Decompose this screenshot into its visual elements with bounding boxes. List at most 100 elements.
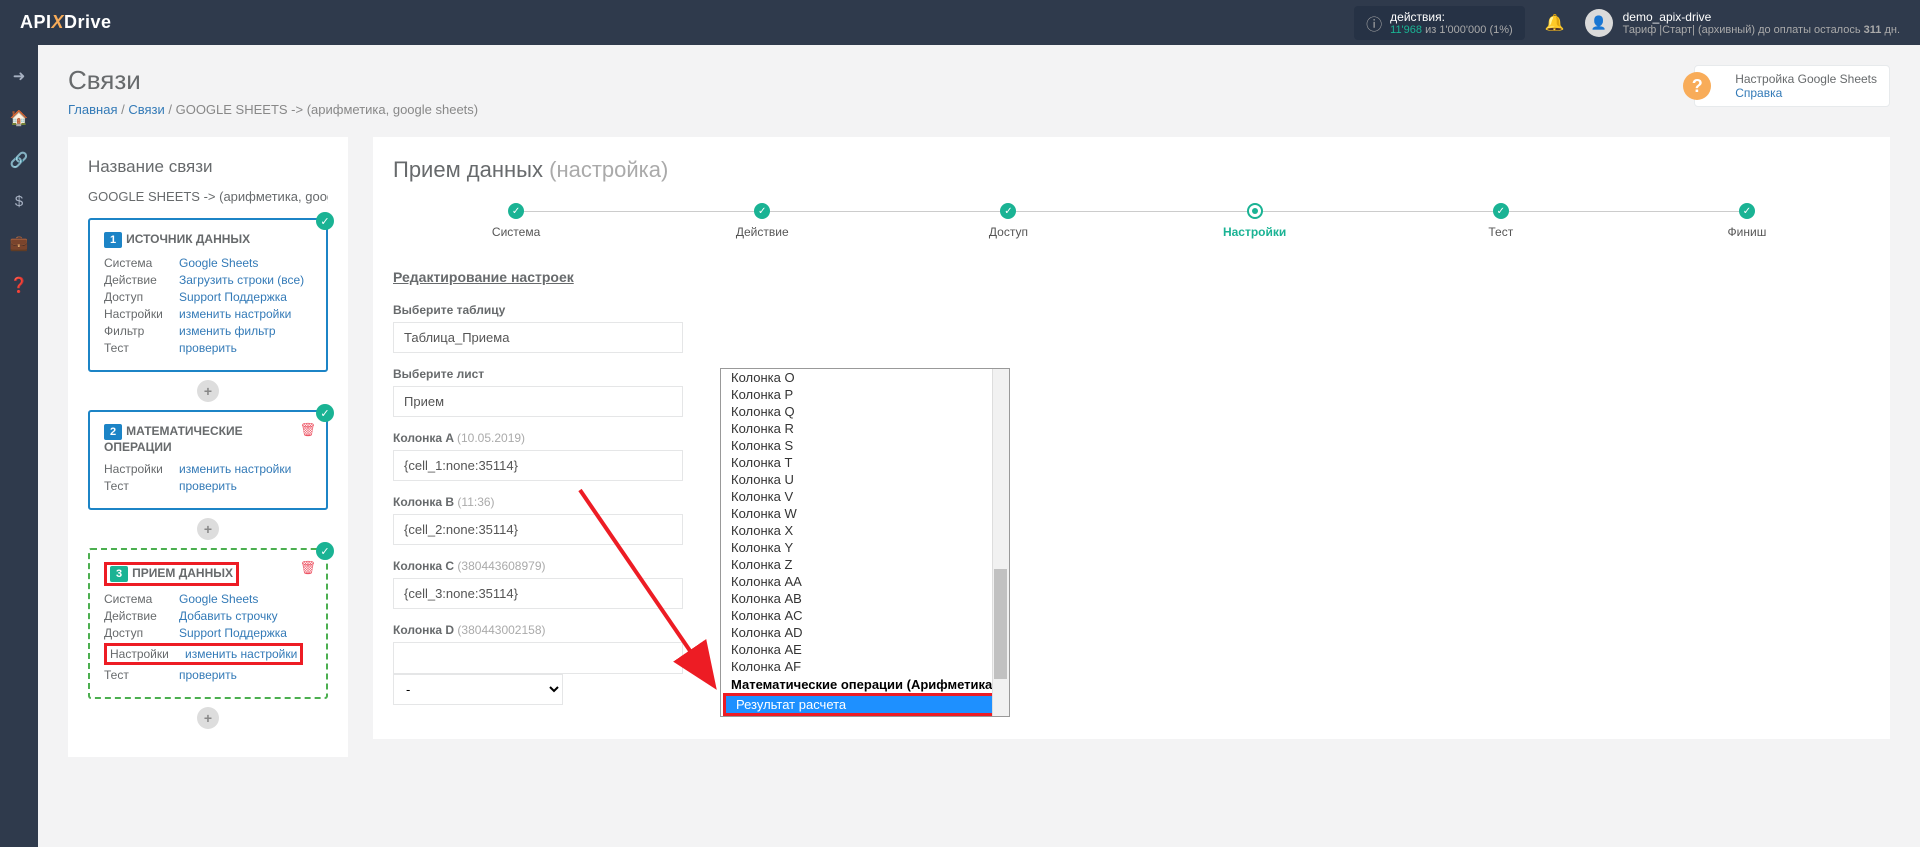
add-button[interactable]: + (197, 518, 219, 540)
step-finish[interactable]: ✓Финиш (1624, 203, 1870, 239)
card-math[interactable]: ✓ 🗑 2МАТЕМАТИЧЕСКИЕ ОПЕРАЦИИ Настройкииз… (88, 410, 328, 510)
card-row-value[interactable]: изменить настройки (179, 462, 291, 476)
help-link[interactable]: Справка (1735, 86, 1782, 100)
nav-billing-icon[interactable]: $ (0, 181, 38, 222)
card-row: Настройкиизменить настройки (104, 643, 312, 665)
dropdown-item[interactable]: Колонка X (721, 522, 1009, 539)
highlight-annotation: 3ПРИЕМ ДАННЫХ (104, 562, 239, 586)
select-sheet[interactable]: Прием (393, 386, 683, 417)
dropdown-item[interactable]: Колонка AA (721, 573, 1009, 590)
step-settings[interactable]: Настройки (1132, 203, 1378, 239)
step-test[interactable]: ✓Тест (1378, 203, 1624, 239)
dropdown-item-selected[interactable]: Результат расчета (726, 696, 1004, 713)
breadcrumb: Главная / Связи / GOOGLE SHEETS -> (ариф… (68, 102, 478, 117)
input-col-b[interactable]: {cell_2:none:35114} (393, 514, 683, 545)
add-button[interactable]: + (197, 380, 219, 402)
card-row-label: Система (104, 256, 179, 270)
logo-api: API (20, 12, 52, 32)
dropdown-item[interactable]: Колонка AC (721, 607, 1009, 624)
card-row-label: Настройки (110, 647, 185, 661)
actions-label: действия: (1390, 10, 1513, 24)
trash-icon[interactable]: 🗑 (299, 560, 316, 576)
nav-arrow-icon[interactable]: ➜ (0, 55, 38, 97)
card-row-value[interactable]: изменить настройки (185, 647, 297, 661)
input-col-d[interactable] (393, 642, 683, 674)
card-row-value[interactable]: Google Sheets (179, 256, 258, 270)
select-col-d-source[interactable]: - (393, 674, 563, 705)
logo-x: X (52, 12, 65, 32)
nav-help-icon[interactable]: ❓ (0, 264, 38, 306)
card-row: Тестпроверить (104, 479, 312, 493)
dropdown-item[interactable]: Колонка AF (721, 658, 1009, 675)
dropdown-item[interactable]: Колонка Y (721, 539, 1009, 556)
dropdown-item[interactable]: Колонка AE (721, 641, 1009, 658)
add-button[interactable]: + (197, 707, 219, 729)
scrollbar[interactable] (992, 369, 1009, 716)
help-title: Настройка Google Sheets (1735, 72, 1877, 86)
nav-home-icon[interactable]: 🏠 (0, 97, 38, 139)
label-col-c: Колонка C (380443608979) (393, 559, 1870, 573)
dropdown-item[interactable]: Колонка U (721, 471, 1009, 488)
card-row: ДействиеЗагрузить строки (все) (104, 273, 312, 287)
breadcrumb-links[interactable]: Связи (128, 102, 164, 117)
dropdown-item[interactable]: Колонка S (721, 437, 1009, 454)
bell-icon[interactable]: 🔔 (1545, 13, 1565, 33)
card-row-value[interactable]: проверить (179, 341, 237, 355)
card-row-value[interactable]: Google Sheets (179, 592, 258, 606)
card-row-value[interactable]: изменить фильтр (179, 324, 276, 338)
nav-briefcase-icon[interactable]: 💼 (0, 222, 38, 264)
main-title: Прием данных (настройка) (393, 157, 1870, 183)
avatar-icon: 👤 (1585, 9, 1613, 37)
card-row: Настройкиизменить настройки (104, 462, 312, 476)
dropdown-item[interactable]: Колонка AD (721, 624, 1009, 641)
card-row: Фильтризменить фильтр (104, 324, 312, 338)
actions-counter[interactable]: ⓘ действия: 11'968 из 1'000'000 (1%) (1354, 6, 1525, 40)
breadcrumb-home[interactable]: Главная (68, 102, 117, 117)
card-row-value[interactable]: Загрузить строки (все) (179, 273, 304, 287)
card-row-label: Система (104, 592, 179, 606)
input-col-a[interactable]: {cell_1:none:35114} (393, 450, 683, 481)
card-row: Настройкиизменить настройки (104, 307, 312, 321)
dropdown-item[interactable]: Колонка W (721, 505, 1009, 522)
select-table[interactable]: Таблица_Приема (393, 322, 683, 353)
dropdown-item[interactable]: Колонка T (721, 454, 1009, 471)
card-row-label: Доступ (104, 626, 179, 640)
dropdown-item[interactable]: Колонка P (721, 386, 1009, 403)
stepper: ✓Система ✓Действие ✓Доступ Настройки ✓Те… (393, 203, 1870, 239)
logo-drive: Drive (64, 12, 112, 32)
card-row-value[interactable]: изменить настройки (179, 307, 291, 321)
card-source[interactable]: ✓ 1ИСТОЧНИК ДАННЫХ СистемаGoogle SheetsД… (88, 218, 328, 372)
info-icon: ⓘ (1366, 11, 1382, 35)
check-icon: ✓ (316, 212, 334, 230)
card-row-label: Доступ (104, 290, 179, 304)
card-row-label: Действие (104, 609, 179, 623)
nav-connections-icon[interactable]: 🔗 (0, 139, 38, 181)
card-receive[interactable]: ✓ 🗑 3ПРИЕМ ДАННЫХ СистемаGoogle SheetsДе… (88, 548, 328, 699)
dropdown-item[interactable]: Колонка Z (721, 556, 1009, 573)
input-col-c[interactable]: {cell_3:none:35114} (393, 578, 683, 609)
dropdown-panel[interactable]: Колонка OКолонка PКолонка QКолонка RКоло… (720, 368, 1010, 717)
card-row: СистемаGoogle Sheets (104, 592, 312, 606)
card-row-label: Действие (104, 273, 179, 287)
connection-name: GOOGLE SHEETS -> (арифметика, google she… (88, 189, 328, 204)
help-box[interactable]: ? Настройка Google Sheets Справка (1694, 65, 1890, 107)
page-title: Связи (68, 65, 478, 96)
user-menu[interactable]: 👤 demo_apix-drive Тариф |Старт| (архивны… (1585, 9, 1900, 37)
card-row: ДоступSupport Поддержка (104, 626, 312, 640)
dropdown-item[interactable]: Колонка R (721, 420, 1009, 437)
dropdown-item[interactable]: Колонка Q (721, 403, 1009, 420)
card-row-value[interactable]: проверить (179, 479, 237, 493)
card-row-value[interactable]: проверить (179, 668, 237, 682)
dropdown-item[interactable]: Колонка V (721, 488, 1009, 505)
step-access[interactable]: ✓Доступ (885, 203, 1131, 239)
trash-icon[interactable]: 🗑 (299, 422, 316, 438)
logo[interactable]: APIXDrive (20, 12, 112, 33)
dropdown-item[interactable]: Колонка O (721, 369, 1009, 386)
card-row-value[interactable]: Добавить строчку (179, 609, 278, 623)
highlight-annotation: Настройкиизменить настройки (104, 643, 303, 665)
card-row-value[interactable]: Support Поддержка (179, 626, 287, 640)
card-row-value[interactable]: Support Поддержка (179, 290, 287, 304)
step-action[interactable]: ✓Действие (639, 203, 885, 239)
step-system[interactable]: ✓Система (393, 203, 639, 239)
dropdown-item[interactable]: Колонка AB (721, 590, 1009, 607)
